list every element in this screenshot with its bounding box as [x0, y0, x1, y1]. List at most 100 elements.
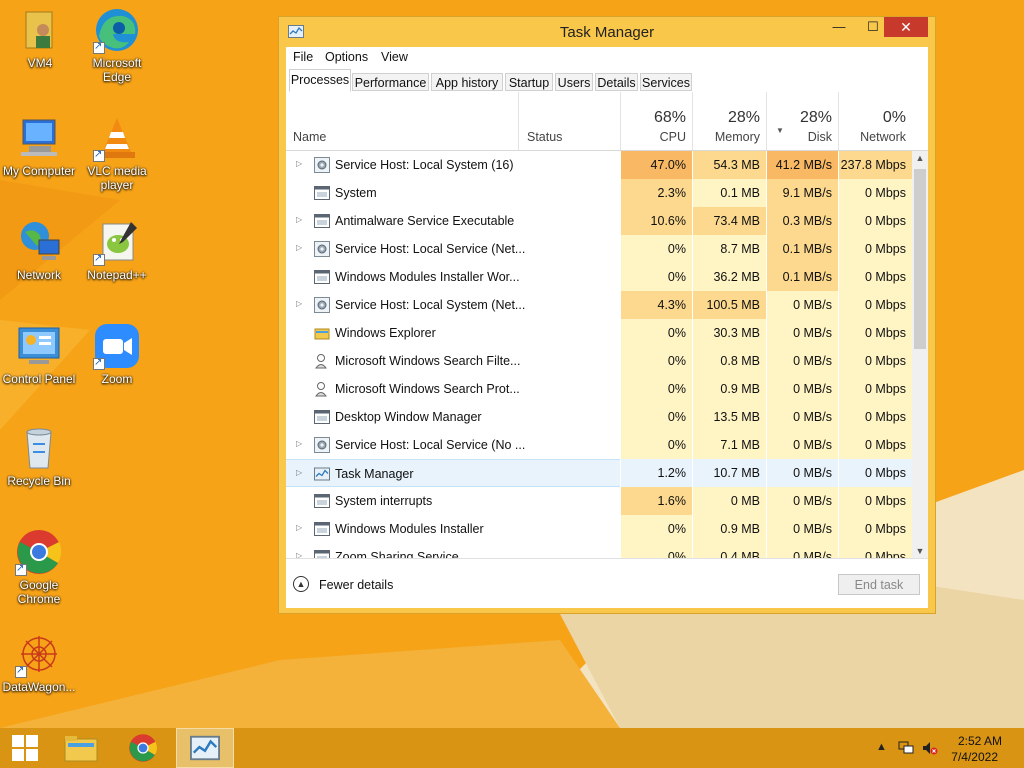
window-icon: [314, 213, 330, 229]
expand-arrow-icon[interactable]: ▷: [296, 215, 302, 224]
tab-startup[interactable]: Startup: [505, 73, 553, 91]
process-row[interactable]: ▷ Zoom Sharing Service 0% 0.4 MB 0 MB/s 0 Mbp…: [286, 543, 912, 558]
process-name-cell[interactable]: Desktop Window Manager: [286, 403, 620, 431]
process-row[interactable]: Microsoft Windows Search Prot... 0% 0.9 MB…: [286, 375, 912, 403]
process-name-cell[interactable]: Microsoft Windows Search Filte...: [286, 347, 620, 375]
network-tray-icon[interactable]: [898, 741, 914, 758]
window-icon: [314, 521, 330, 537]
tab-services[interactable]: Services: [640, 73, 692, 91]
desktop-icon-my-computer[interactable]: My Computer: [0, 114, 78, 178]
process-name-cell[interactable]: Microsoft Windows Search Prot...: [286, 375, 620, 403]
process-row[interactable]: ▷ Service Host: Local Service (Net... 0% 8.…: [286, 235, 912, 263]
process-cpu-cell: 0%: [620, 543, 692, 558]
end-task-button[interactable]: End task: [838, 574, 920, 595]
desktop-icon-recycle-bin[interactable]: Recycle Bin: [0, 424, 78, 488]
column-cpu[interactable]: 68% CPU: [620, 92, 692, 150]
process-row[interactable]: ▷ Service Host: Local System (16) 47.0% 54.…: [286, 151, 912, 179]
expand-arrow-icon[interactable]: ▷: [296, 523, 302, 532]
title-bar[interactable]: Task Manager — ☐ ✕: [279, 17, 935, 47]
taskbar-google-chrome[interactable]: [114, 728, 172, 768]
tab-details[interactable]: Details: [595, 73, 638, 91]
tab-processes[interactable]: Processes: [289, 69, 351, 92]
scroll-down-icon[interactable]: ▼: [912, 546, 928, 556]
process-row[interactable]: Windows Modules Installer Wor... 0% 36.2 M…: [286, 263, 912, 291]
process-name-cell[interactable]: Windows Modules Installer Wor...: [286, 263, 620, 291]
shortcut-arrow-icon: [15, 664, 27, 678]
close-button[interactable]: ✕: [884, 17, 928, 37]
desktop-icon-microsoft-edge[interactable]: Microsoft Edge: [78, 6, 156, 84]
scroll-up-icon[interactable]: ▲: [912, 153, 928, 163]
process-row[interactable]: ▷ Service Host: Local System (Net... 4.3% 1…: [286, 291, 912, 319]
process-row[interactable]: Microsoft Windows Search Filte... 0% 0.8 M…: [286, 347, 912, 375]
process-row[interactable]: Desktop Window Manager 0% 13.5 MB 0 MB/s 0 M…: [286, 403, 912, 431]
expand-arrow-icon[interactable]: ▷: [296, 551, 302, 558]
process-name-cell[interactable]: System interrupts: [286, 487, 620, 515]
start-button[interactable]: [0, 728, 50, 768]
expand-arrow-icon[interactable]: ▷: [296, 299, 302, 308]
process-name: System interrupts: [335, 494, 433, 508]
menu-file[interactable]: File: [293, 50, 313, 64]
gear-icon: [314, 157, 330, 173]
tab-app-history[interactable]: App history: [431, 73, 503, 91]
expand-arrow-icon[interactable]: ▷: [296, 243, 302, 252]
desktop-icon-network[interactable]: Network: [0, 218, 78, 282]
process-name-cell[interactable]: System: [286, 179, 620, 207]
column-memory[interactable]: 28% Memory: [692, 92, 766, 150]
fewer-details-label: Fewer details: [319, 578, 394, 592]
process-name-cell[interactable]: ▷ Service Host: Local System (Net...: [286, 291, 620, 319]
desktop-icon-vlc[interactable]: VLC media player: [78, 114, 156, 192]
process-disk-cell: 0 MB/s: [766, 403, 838, 431]
process-row[interactable]: ▷ Task Manager 1.2% 10.7 MB 0 MB/s 0 Mbps: [286, 459, 912, 487]
process-row[interactable]: System interrupts 1.6% 0 MB 0 MB/s 0 Mbps: [286, 487, 912, 515]
tab-bar: Processes Performance App history Startu…: [286, 67, 928, 93]
process-row[interactable]: ▷ Antimalware Service Executable 10.6% 73.4…: [286, 207, 912, 235]
tab-users[interactable]: Users: [555, 73, 593, 91]
desktop-icon-notepadpp[interactable]: Notepad++: [78, 218, 156, 282]
vertical-scrollbar[interactable]: ▲ ▼: [912, 151, 928, 558]
menu-options[interactable]: Options: [325, 50, 368, 64]
process-row[interactable]: System 2.3% 0.1 MB 9.1 MB/s 0 Mbps: [286, 179, 912, 207]
minimize-button[interactable]: —: [825, 17, 853, 37]
desktop-icon-datawagon[interactable]: DataWagon...: [0, 630, 78, 694]
tab-performance[interactable]: Performance: [352, 73, 429, 91]
expand-arrow-icon[interactable]: ▷: [296, 468, 302, 477]
expand-arrow-icon[interactable]: ▷: [296, 439, 302, 448]
folder-icon: [64, 736, 98, 762]
desktop-icon-google-chrome[interactable]: Google Chrome: [0, 528, 78, 606]
taskmanager-icon: [314, 466, 330, 482]
desktop-icon-label: Network: [16, 268, 61, 282]
desktop-icon-label: Notepad++: [87, 268, 147, 282]
show-hidden-icons-icon[interactable]: ▲: [876, 741, 887, 753]
taskbar-file-explorer[interactable]: [52, 728, 110, 768]
process-name-cell[interactable]: ▷ Zoom Sharing Service: [286, 543, 620, 558]
process-name-cell[interactable]: ▷ Service Host: Local Service (No ...: [286, 431, 620, 459]
column-network-label: Network: [860, 130, 906, 144]
column-network[interactable]: 0% Network: [838, 92, 912, 150]
process-name: Windows Modules Installer Wor...: [335, 270, 520, 284]
taskbar-task-manager[interactable]: [176, 728, 234, 768]
process-row[interactable]: ▷ Service Host: Local Service (No ... 0% 7.…: [286, 431, 912, 459]
scrollbar-thumb[interactable]: [914, 169, 926, 349]
desktop-icon-vm4[interactable]: VM4: [1, 6, 79, 70]
process-cpu-cell: 1.6%: [620, 487, 692, 515]
column-disk[interactable]: 28% Disk: [766, 92, 838, 150]
clock-time[interactable]: 2:52 AM: [958, 734, 1002, 748]
volume-muted-icon[interactable]: [922, 741, 938, 758]
process-name-cell[interactable]: ▷ Service Host: Local System (16): [286, 151, 620, 179]
desktop-icon-control-panel[interactable]: Control Panel: [0, 322, 78, 386]
clock-date[interactable]: 7/4/2022: [951, 750, 998, 764]
column-status[interactable]: Status: [518, 92, 620, 150]
maximize-button[interactable]: ☐: [859, 17, 887, 37]
process-name-cell[interactable]: ▷ Windows Modules Installer: [286, 515, 620, 543]
process-row[interactable]: Windows Explorer 0% 30.3 MB 0 MB/s 0 Mbps: [286, 319, 912, 347]
process-name-cell[interactable]: ▷ Antimalware Service Executable: [286, 207, 620, 235]
column-name[interactable]: Name: [286, 92, 518, 150]
process-name-cell[interactable]: Windows Explorer: [286, 319, 620, 347]
column-status-label: Status: [527, 130, 563, 144]
expand-arrow-icon[interactable]: ▷: [296, 159, 302, 168]
process-name-cell[interactable]: ▷ Task Manager: [286, 459, 620, 487]
desktop-icon-zoom[interactable]: Zoom: [78, 322, 156, 386]
process-name-cell[interactable]: ▷ Service Host: Local Service (Net...: [286, 235, 620, 263]
process-row[interactable]: ▷ Windows Modules Installer 0% 0.9 MB 0 MB/s…: [286, 515, 912, 543]
menu-view[interactable]: View: [381, 50, 408, 64]
